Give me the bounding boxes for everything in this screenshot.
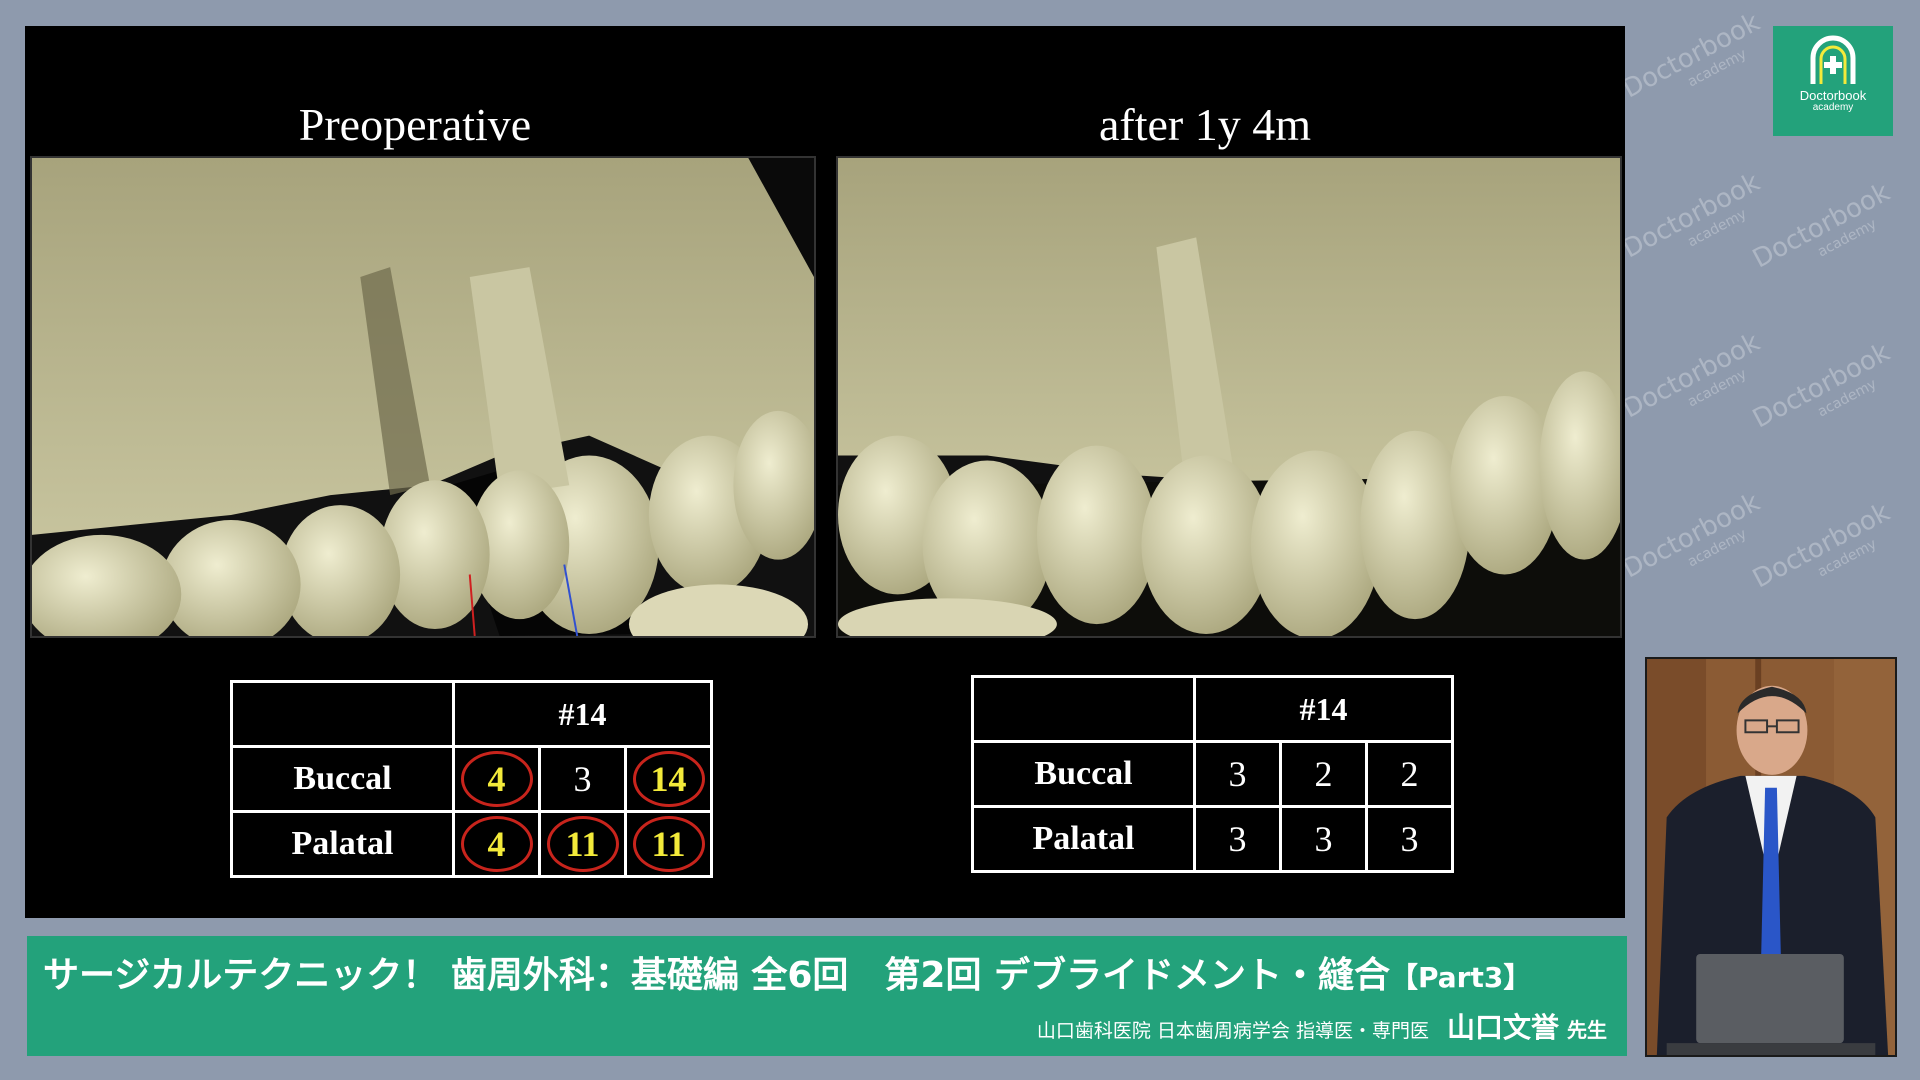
postoperative-pocket-table: #14 Buccal 3 2 2 Palatal 3 3 3 xyxy=(971,675,1454,873)
table-row: Buccal 4 3 14 xyxy=(230,745,713,813)
lecture-title: サージカルテクニック！ 歯周外科：基礎編 全6回 第2回 デブライドメント・縫合… xyxy=(43,946,1531,998)
table-cell: 4 xyxy=(452,745,541,813)
presenter-affiliation: 山口歯科医院 日本歯周病学会 指導医・専門医 xyxy=(1036,1020,1429,1042)
watermark: Doctorbook academy xyxy=(1618,487,1765,585)
table-row: Palatal 3 3 3 xyxy=(971,805,1454,873)
circled-value: 4 xyxy=(460,751,533,807)
postoperative-title: after 1y 4m xyxy=(1098,99,1312,150)
table-cell: 11 xyxy=(624,810,713,878)
watermark: Doctorbook academy xyxy=(1618,167,1765,265)
tooth-number-header: #14 xyxy=(1193,675,1454,743)
table-cell: 3 xyxy=(1193,740,1282,808)
preoperative-pocket-table: #14 Buccal 4 3 14 Palatal 4 11 11 xyxy=(230,680,713,878)
table-cell: 2 xyxy=(1365,740,1454,808)
lecture-part: 【Part3】 xyxy=(1389,961,1532,994)
logo-sub: academy xyxy=(1812,102,1854,113)
preoperative-ct-image xyxy=(30,156,816,638)
row-label: Palatal xyxy=(971,805,1196,873)
row-label: Buccal xyxy=(230,745,455,813)
table-cell: 4 xyxy=(452,810,541,878)
table-row: Palatal 4 11 11 xyxy=(230,810,713,878)
watermark: Doctorbook academy xyxy=(1748,337,1895,435)
table-corner xyxy=(971,675,1196,743)
watermark: Doctorbook academy xyxy=(1618,7,1765,105)
watermark: Doctorbook academy xyxy=(1748,177,1895,275)
row-label: Buccal xyxy=(971,740,1196,808)
lecture-title-banner: サージカルテクニック！ 歯周外科：基礎編 全6回 第2回 デブライドメント・縫合… xyxy=(27,936,1627,1056)
row-label: Palatal xyxy=(230,810,455,878)
tooth-number-header: #14 xyxy=(452,680,713,748)
doctorbook-logo: Doctorbook academy xyxy=(1773,26,1893,136)
table-corner xyxy=(230,680,455,748)
circled-value: 4 xyxy=(460,816,533,872)
circled-value: 14 xyxy=(632,751,705,807)
watermark: Doctorbook academy xyxy=(1618,327,1765,425)
circled-value: 11 xyxy=(546,816,619,872)
table-cell: 11 xyxy=(538,810,627,878)
table-cell: 2 xyxy=(1279,740,1368,808)
table-row: Buccal 3 2 2 xyxy=(971,740,1454,808)
table-cell: 3 xyxy=(1193,805,1282,873)
watermark: Doctorbook academy xyxy=(1748,497,1895,595)
presenter-honorific: 先生 xyxy=(1567,1018,1607,1042)
presenter-info: 山口歯科医院 日本歯周病学会 指導医・専門医 山口文誉 先生 xyxy=(1037,1006,1607,1046)
logo-name: Doctorbook xyxy=(1799,88,1867,103)
presenter-name: 山口文誉 xyxy=(1446,1011,1559,1044)
table-cell: 3 xyxy=(1365,805,1454,873)
table-cell: 3 xyxy=(1279,805,1368,873)
slide: Preoperative after 1y 4m #14 Buccal 4 3 … xyxy=(25,26,1625,918)
presenter-video xyxy=(1645,657,1897,1057)
circled-value: 11 xyxy=(632,816,705,872)
arch-cross-icon xyxy=(1810,35,1856,84)
postoperative-ct-image xyxy=(836,156,1622,638)
table-cell: 3 xyxy=(538,745,627,813)
lecture-title-text: サージカルテクニック！ 歯周外科：基礎編 全6回 第2回 デブライドメント・縫合 xyxy=(43,955,1390,996)
preoperative-title: Preoperative xyxy=(298,99,532,150)
table-cell: 14 xyxy=(624,745,713,813)
